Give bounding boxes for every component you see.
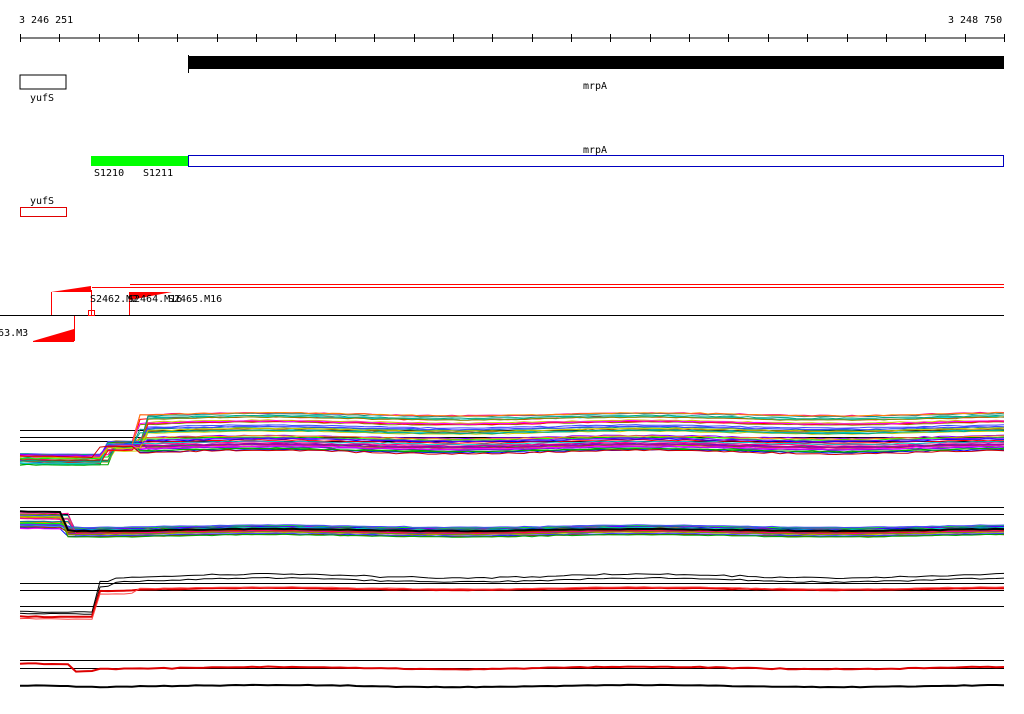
- block-S1210[interactable]: [91, 156, 139, 166]
- block-S1210-label: S1210: [94, 168, 124, 179]
- signal-track-black-red: [19, 572, 1005, 620]
- gene-yufS-mid-label: yufS: [30, 196, 54, 207]
- signal-track-multicolor: [19, 411, 1005, 466]
- ruler-end-label: 3 248 750: [948, 15, 1002, 26]
- signal-track-bottom: [19, 660, 1005, 689]
- gene-yufS-mid[interactable]: [20, 207, 67, 217]
- gene-mrpA-mid-label: mrpA: [583, 145, 607, 156]
- feature-track: S2462.M2 S2464.M16 S2465.M16 S2463.M3: [0, 284, 1004, 342]
- gene-yufS-top[interactable]: [19, 74, 67, 90]
- signal-3-series-line: [19, 586, 1005, 619]
- feature-wedge-1[interactable]: [51, 286, 91, 292]
- signal-4-series-line: [20, 683, 1005, 689]
- feature-label-s2465: S2465.M16: [168, 294, 222, 305]
- gene-track-mid: S1210 S1211 mrpA yufS: [20, 145, 1004, 217]
- feature-label-s2463: S2463.M3: [0, 328, 28, 339]
- gene-mrpA-mid[interactable]: [188, 155, 1004, 167]
- block-S1211[interactable]: [139, 156, 188, 166]
- signal-2-series-line: [19, 514, 1005, 529]
- signal-3-series-line: [19, 586, 1005, 620]
- gene-mrpA-top-label: mrpA: [583, 81, 607, 92]
- signal-4-series-line: [19, 662, 1005, 673]
- feature-wedge-3[interactable]: [33, 329, 74, 341]
- genome-browser-view: 3 246 251 3 248 750 yufS mrpA S1210 S121…: [0, 15, 1005, 689]
- ruler-start-label: 3 246 251: [19, 15, 73, 26]
- gene-yufS-top-label: yufS: [30, 93, 54, 104]
- block-S1211-label: S1211: [143, 168, 173, 179]
- gene-track-top: yufS mrpA: [19, 55, 1004, 104]
- gene-mrpA-top[interactable]: [189, 56, 1004, 69]
- signal-track-flat: [19, 507, 1005, 538]
- coordinate-ruler: 3 246 251 3 248 750: [19, 15, 1005, 42]
